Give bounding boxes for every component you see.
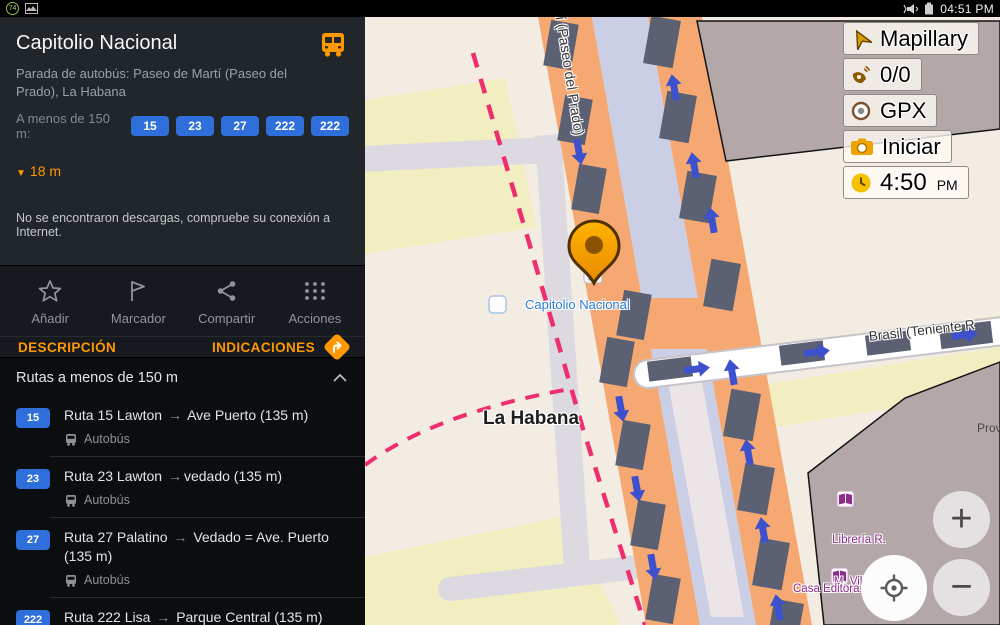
gpx-label: GPX bbox=[880, 98, 926, 124]
distance-row[interactable]: ▼ 18 m bbox=[16, 163, 349, 179]
clock-icon bbox=[850, 172, 872, 194]
distance-value: 18 m bbox=[30, 163, 61, 179]
status-time: 04:51 PM bbox=[940, 2, 994, 16]
bus-small-icon bbox=[64, 433, 78, 446]
route-name: Ruta 15 Lawton bbox=[64, 407, 162, 423]
route-badge[interactable]: 23 bbox=[176, 116, 214, 136]
screen: 74 04:51 PM bbox=[0, 0, 1000, 625]
routes-header[interactable]: Rutas a menos de 150 m bbox=[0, 358, 365, 396]
route-arrow: → bbox=[171, 529, 189, 545]
tab-description[interactable]: DESCRIPCIÓN bbox=[18, 340, 116, 355]
add-favorite-button[interactable]: Añadir bbox=[6, 278, 94, 326]
action-label: Marcador bbox=[111, 311, 166, 326]
route-type: Autobús bbox=[84, 432, 130, 446]
province-label: Prov bbox=[977, 421, 1000, 435]
star-icon bbox=[37, 278, 63, 304]
route-number-badge: 15 bbox=[16, 408, 50, 428]
route-name: Ruta 23 Lawton bbox=[64, 468, 162, 484]
routes-section: Rutas a menos de 150 m 15 Ruta 15 Lawton… bbox=[0, 357, 365, 625]
route-type: Autobús bbox=[84, 493, 130, 507]
marker-button[interactable]: Marcador bbox=[94, 278, 182, 326]
route-destination: Parque Central (135 m) bbox=[176, 609, 322, 625]
route-row[interactable]: 222 Ruta 222 Lisa → Parque Central (135 … bbox=[0, 598, 365, 625]
route-badge[interactable]: 15 bbox=[131, 116, 169, 136]
chevron-up-icon bbox=[333, 374, 347, 382]
route-badge[interactable]: 27 bbox=[221, 116, 259, 136]
clock-time: 4:50 bbox=[880, 169, 927, 197]
map-widget-stack: Mapillary 0/0 GPX bbox=[843, 22, 979, 199]
routes-header-label: Rutas a menos de 150 m bbox=[16, 370, 178, 386]
route-destination: vedado (135 m) bbox=[184, 468, 282, 484]
gps-info-widget[interactable]: 0/0 bbox=[843, 58, 922, 91]
share-button[interactable]: Compartir bbox=[183, 278, 271, 326]
mapillary-label: Mapillary bbox=[880, 26, 968, 52]
route-name: Ruta 27 Palatino bbox=[64, 529, 168, 545]
place-header: Capitolio Nacional Parada de autobús: Pa… bbox=[0, 17, 365, 265]
mute-icon bbox=[903, 3, 918, 15]
place-title: Capitolio Nacional bbox=[16, 29, 177, 57]
actions-menu-button[interactable]: Acciones bbox=[271, 278, 359, 326]
screenshot-icon bbox=[25, 3, 38, 14]
share-icon bbox=[214, 278, 240, 304]
status-bar: 74 04:51 PM bbox=[0, 0, 1000, 17]
city-label-la-habana: La Habana bbox=[483, 408, 579, 430]
tab-directions-label: INDICACIONES bbox=[212, 340, 315, 355]
bus-icon bbox=[317, 29, 349, 61]
clock-widget[interactable]: 4:50 PM bbox=[843, 166, 969, 199]
action-label: Acciones bbox=[289, 311, 342, 326]
route-arrow: → bbox=[154, 609, 172, 625]
mapillary-widget[interactable]: Mapillary bbox=[843, 22, 979, 55]
bus-small-icon bbox=[64, 494, 78, 507]
record-label: Iniciar bbox=[882, 134, 941, 160]
gpx-recording-widget[interactable]: GPX bbox=[843, 94, 937, 127]
tab-directions[interactable]: INDICACIONES bbox=[212, 337, 347, 357]
route-name: Ruta 222 Lisa bbox=[64, 609, 150, 625]
satellite-dish-icon bbox=[850, 64, 872, 86]
download-message: No se encontraron descargas, compruebe s… bbox=[16, 211, 349, 265]
action-label: Compartir bbox=[198, 311, 255, 326]
zoom-in-button[interactable]: + bbox=[933, 491, 990, 548]
nearby-label: A menos de 150 m: bbox=[16, 111, 120, 141]
bus-small-icon bbox=[64, 574, 78, 587]
route-arrow: → bbox=[166, 407, 184, 423]
zoom-out-button[interactable]: − bbox=[933, 559, 990, 616]
nearby-routes-badges: A menos de 150 m: 15 23 27 222 222 bbox=[16, 111, 349, 141]
battery-app-icon: 74 bbox=[6, 2, 19, 15]
route-number-badge: 222 bbox=[16, 610, 50, 625]
route-number-badge: 23 bbox=[16, 469, 50, 489]
crosshair-target-icon bbox=[879, 573, 909, 603]
route-type: Autobús bbox=[84, 573, 130, 587]
mapillary-icon bbox=[850, 28, 872, 50]
route-row[interactable]: 27 Ruta 27 Palatino → Vedado = Ave. Puer… bbox=[0, 518, 365, 597]
flag-icon bbox=[125, 278, 151, 304]
map-canvas[interactable]: tí (Paseo del Prado) Capitolio Nacional … bbox=[365, 17, 1000, 625]
poi-label-capitolio: Capitolio Nacional bbox=[525, 297, 630, 312]
camera-icon bbox=[850, 136, 874, 158]
route-destination: Ave Puerto (135 m) bbox=[187, 407, 308, 423]
route-arrow: → bbox=[166, 468, 184, 484]
route-number-badge: 27 bbox=[16, 530, 50, 550]
action-bar: Añadir Marcador Compartir bbox=[0, 265, 365, 336]
place-details-panel: Capitolio Nacional Parada de autobús: Pa… bbox=[0, 17, 365, 625]
route-badge[interactable]: 222 bbox=[266, 116, 304, 136]
clock-meridiem: PM bbox=[937, 177, 958, 198]
action-label: Añadir bbox=[31, 311, 69, 326]
route-row[interactable]: 23 Ruta 23 Lawton →vedado (135 m) Autobú… bbox=[0, 457, 365, 517]
record-circle-icon bbox=[850, 100, 872, 122]
route-row[interactable]: 15 Ruta 15 Lawton → Ave Puerto (135 m) A… bbox=[0, 396, 365, 456]
grid-dots-icon bbox=[302, 278, 328, 304]
tab-bar: DESCRIPCIÓN INDICACIONES bbox=[0, 336, 365, 357]
poi-empty-icon bbox=[489, 296, 506, 313]
gps-counter-label: 0/0 bbox=[880, 62, 911, 88]
photo-record-widget[interactable]: Iniciar bbox=[843, 130, 952, 163]
direction-arrow-icon: ▼ bbox=[16, 168, 26, 179]
battery-icon bbox=[924, 2, 934, 15]
route-badge[interactable]: 222 bbox=[311, 116, 349, 136]
poi-label-libreria-line1: Librería R. bbox=[817, 533, 901, 547]
place-subtitle: Parada de autobús: Paseo de Martí (Paseo… bbox=[16, 65, 306, 101]
my-location-button[interactable] bbox=[861, 555, 927, 621]
